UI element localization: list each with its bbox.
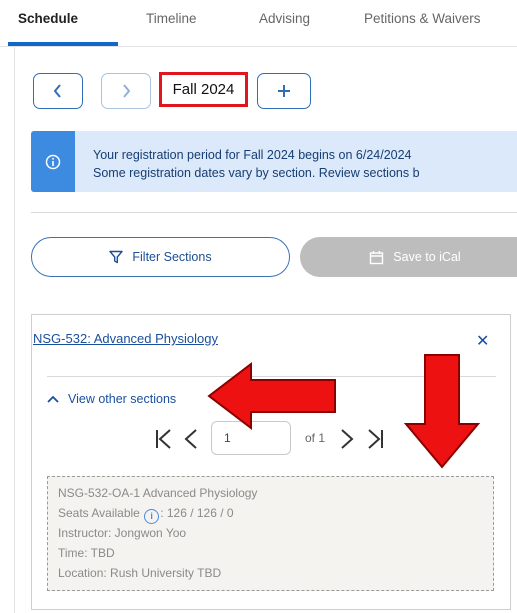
page-total-label: of 1 bbox=[305, 431, 326, 445]
next-page-icon[interactable] bbox=[340, 428, 354, 450]
section-time: Time: TBD bbox=[58, 546, 115, 560]
seats-available-row: Seats Available i: 126 / 126 / 0 bbox=[58, 506, 234, 524]
tab-petitions-waivers[interactable]: Petitions & Waivers bbox=[364, 11, 481, 26]
calendar-icon bbox=[370, 250, 384, 264]
seats-available-label: Seats Available bbox=[58, 506, 140, 520]
section-location: Location: Rush University TBD bbox=[58, 566, 222, 580]
section-divider bbox=[31, 212, 517, 213]
tab-advising[interactable]: Advising bbox=[259, 11, 310, 26]
view-other-sections-label: View other sections bbox=[68, 392, 177, 406]
banner-line-2: Some registration dates vary by section.… bbox=[93, 166, 420, 180]
left-arrow-annotation bbox=[207, 361, 336, 431]
info-icon bbox=[31, 131, 75, 192]
last-page-icon[interactable] bbox=[366, 428, 384, 450]
next-term-button[interactable] bbox=[101, 73, 151, 109]
filter-sections-button[interactable]: Filter Sections bbox=[31, 237, 290, 277]
chevron-up-icon bbox=[47, 395, 59, 403]
funnel-icon bbox=[109, 250, 124, 264]
add-term-button[interactable] bbox=[257, 73, 311, 109]
section-name: NSG-532-OA-1 Advanced Physiology bbox=[58, 486, 258, 500]
first-page-icon[interactable] bbox=[155, 428, 173, 450]
previous-term-button[interactable] bbox=[33, 73, 83, 109]
chevron-left-icon bbox=[53, 84, 61, 98]
save-to-ical-label: Save to iCal bbox=[393, 250, 461, 264]
registration-notice-banner: Your registration period for Fall 2024 b… bbox=[31, 131, 517, 192]
down-arrow-annotation bbox=[403, 354, 481, 469]
seats-info-icon[interactable]: i bbox=[144, 508, 160, 524]
save-to-ical-button[interactable]: Save to iCal bbox=[300, 237, 517, 277]
term-label[interactable]: Fall 2024 bbox=[159, 72, 248, 107]
view-other-sections-toggle[interactable]: View other sections bbox=[47, 392, 176, 406]
seats-available-value: : 126 / 126 / 0 bbox=[160, 506, 234, 520]
tab-bar: Schedule Timeline Advising Petitions & W… bbox=[0, 0, 517, 47]
filter-sections-label: Filter Sections bbox=[132, 250, 212, 264]
tab-schedule[interactable]: Schedule bbox=[18, 11, 78, 26]
tab-timeline[interactable]: Timeline bbox=[146, 11, 197, 26]
banner-text: Your registration period for Fall 2024 b… bbox=[93, 146, 420, 182]
course-title-link[interactable]: NSG-532: Advanced Physiology bbox=[33, 331, 218, 346]
chevron-right-icon bbox=[123, 84, 131, 98]
section-instructor: Instructor: Jongwon Yoo bbox=[58, 526, 187, 540]
previous-page-icon[interactable] bbox=[184, 428, 198, 450]
banner-line-1: Your registration period for Fall 2024 b… bbox=[93, 148, 412, 162]
plus-icon bbox=[278, 85, 290, 97]
close-icon[interactable]: ✕ bbox=[476, 331, 489, 351]
